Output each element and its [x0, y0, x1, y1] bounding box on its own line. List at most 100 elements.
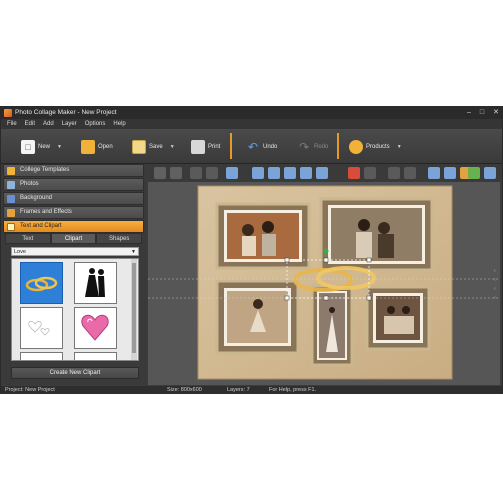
crop-icon[interactable]	[364, 167, 376, 179]
page-nav-icon: ‹	[494, 268, 496, 274]
clipart-item[interactable]	[20, 352, 63, 360]
minimize-icon[interactable]: –	[467, 107, 471, 119]
photo-frame-3	[215, 279, 300, 355]
bring-front-icon[interactable]	[154, 167, 166, 179]
category-select[interactable]: Love ▼	[11, 247, 139, 256]
gear-icon[interactable]	[428, 167, 440, 179]
section-text-clipart[interactable]: Text and Clipart	[3, 220, 144, 233]
chevron-down-icon[interactable]: ▼	[57, 144, 62, 150]
rotate-right-icon[interactable]	[300, 167, 312, 179]
collage-canvas[interactable]: ‹ ‹ ‹ ‹	[148, 182, 500, 385]
clipart-couple-silhouette[interactable]	[74, 262, 117, 304]
menu-help[interactable]: Help	[113, 119, 125, 129]
rotate-left-icon[interactable]	[284, 167, 296, 179]
tab-text[interactable]: Text	[5, 233, 51, 244]
group-icon[interactable]	[190, 167, 202, 179]
undo-label: Undo	[263, 144, 278, 150]
resize-handle[interactable]	[366, 257, 372, 263]
send-back-icon[interactable]	[170, 167, 182, 179]
page-nav-icon: ‹	[494, 277, 496, 283]
category-value: Love	[14, 249, 26, 255]
section-label: Text and Clipart	[20, 223, 62, 229]
clipart-tabs: Text Clipart Shapes	[5, 233, 143, 244]
ungroup-icon[interactable]	[206, 167, 218, 179]
redo-button[interactable]: ↷ Redo	[297, 134, 328, 160]
menu-options[interactable]: Options	[85, 119, 106, 129]
menu-file[interactable]: File	[7, 119, 17, 129]
section-label: Photos	[20, 181, 39, 187]
separator	[230, 133, 232, 159]
maximize-icon[interactable]: □	[480, 107, 484, 119]
chevron-down-icon[interactable]: ▼	[397, 144, 402, 150]
frame-icon	[7, 209, 15, 217]
star-icon	[7, 167, 15, 175]
clipart-rings[interactable]	[20, 262, 63, 304]
export-icon[interactable]	[484, 167, 496, 179]
section-college-templates[interactable]: College Templates	[3, 164, 144, 177]
couple-silhouette-icon	[85, 268, 105, 297]
section-label: Frames and Effects	[20, 209, 72, 215]
print-button[interactable]: Print	[191, 134, 220, 160]
printer-icon	[191, 140, 205, 154]
tab-shapes[interactable]: Shapes	[96, 233, 143, 244]
photo-frame-2	[319, 197, 434, 272]
window-controls: – □ ✕	[467, 107, 499, 119]
page-nav-icon: ‹	[494, 295, 496, 301]
ribbon-toolbar: □ New ▼ Open Save ▼ Print ↶ Undo ↷ Redo	[1, 129, 502, 164]
heart-icon	[81, 314, 109, 341]
products-button[interactable]: Products ▼	[349, 134, 402, 160]
tab-clipart[interactable]: Clipart	[50, 233, 97, 244]
section-background[interactable]: Background	[3, 192, 144, 205]
flip-vertical-icon[interactable]	[268, 167, 280, 179]
lock-icon[interactable]	[444, 167, 456, 179]
status-bar: Project: New Project Size: 800x600 Layer…	[1, 386, 502, 394]
scrollbar-thumb[interactable]	[132, 263, 136, 353]
flip-horizontal-icon[interactable]	[252, 167, 264, 179]
status-size: Size: 800x600	[167, 387, 202, 393]
print-label: Print	[208, 144, 221, 150]
app-window: Photo Collage Maker - New Project – □ ✕ …	[0, 106, 503, 394]
resize-handle[interactable]	[323, 257, 329, 263]
align-icon[interactable]	[226, 167, 238, 179]
undo-button[interactable]: ↶ Undo	[246, 134, 277, 160]
products-label: Products	[366, 144, 390, 150]
photo-icon	[7, 181, 15, 189]
save-button[interactable]: Save ▼	[132, 134, 175, 160]
clipart-item[interactable]	[74, 352, 117, 360]
chevron-down-icon[interactable]: ▼	[170, 144, 175, 150]
menu-layer[interactable]: Layer	[62, 119, 77, 129]
section-frames-effects[interactable]: Frames and Effects	[3, 206, 144, 219]
menu-bar: File Edit Add Layer Options Help	[1, 119, 502, 129]
status-project: Project: New Project	[5, 387, 55, 393]
save-label: Save	[149, 144, 163, 150]
gallery-scrollbar[interactable]	[131, 259, 137, 360]
rotate-icon[interactable]	[316, 167, 328, 179]
redo-icon: ↷	[298, 140, 310, 154]
zoom-in-icon[interactable]	[388, 167, 400, 179]
clipart-pink-heart[interactable]	[74, 307, 117, 349]
section-label: College Templates	[20, 167, 70, 173]
close-icon[interactable]: ✕	[493, 107, 499, 119]
delete-icon[interactable]	[348, 167, 360, 179]
new-label: New	[38, 144, 51, 150]
undo-icon: ↶	[247, 140, 259, 154]
menu-add[interactable]: Add	[43, 119, 54, 129]
create-new-clipart-button[interactable]: Create New Clipart	[11, 367, 139, 379]
resize-handle[interactable]	[284, 257, 290, 263]
rotate-handle[interactable]	[323, 248, 329, 254]
zoom-out-icon[interactable]	[404, 167, 416, 179]
section-photos[interactable]: Photos	[3, 178, 144, 191]
menu-edit[interactable]: Edit	[25, 119, 35, 129]
open-button[interactable]: Open	[81, 134, 113, 160]
background-icon	[7, 195, 15, 203]
separator	[337, 133, 339, 159]
title-bar: Photo Collage Maker - New Project – □ ✕	[1, 107, 502, 119]
canvas-toolbar	[148, 164, 502, 182]
photo-frame-1	[215, 202, 311, 270]
window-title: Photo Collage Maker - New Project	[15, 109, 117, 116]
new-button[interactable]: □ New ▼	[21, 134, 62, 160]
clipart-icon	[7, 223, 15, 231]
photo-frame-5	[365, 285, 431, 351]
add-page-icon[interactable]	[468, 167, 480, 179]
clipart-hearts[interactable]	[20, 307, 63, 349]
